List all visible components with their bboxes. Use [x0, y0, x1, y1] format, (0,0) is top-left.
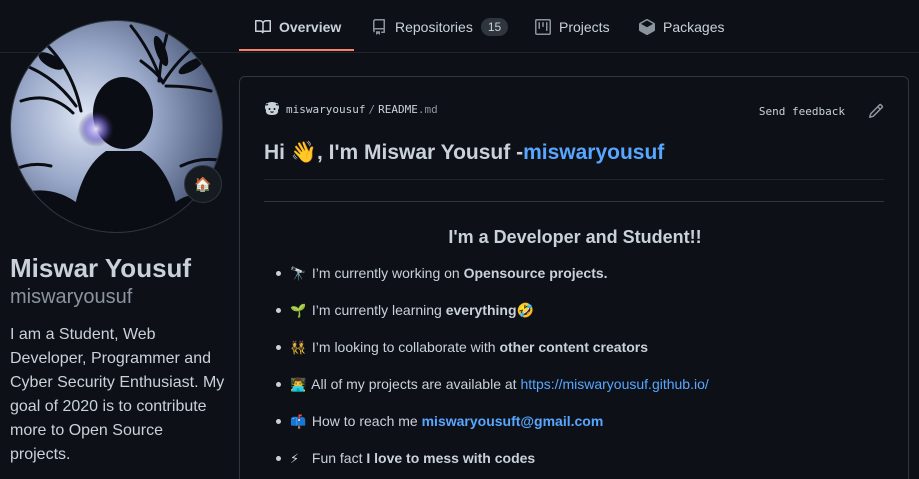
list-item-strong: everything — [445, 302, 517, 318]
projects-site-link[interactable]: https://miswaryousuf.github.io/ — [520, 376, 708, 392]
pencil-icon — [868, 103, 884, 119]
readme-title-link[interactable]: miswaryousuf — [523, 141, 664, 164]
list-item: 📫 How to reach me miswaryousuft@gmail.co… — [264, 411, 884, 448]
active-tab-underline — [239, 49, 354, 51]
tab-label: Projects — [559, 18, 610, 35]
profile-full-name: Miswar Yousuf — [10, 253, 192, 283]
smiley-face-icon — [265, 102, 279, 115]
list-item-text: I’m currently learning — [311, 302, 446, 318]
mailbox-icon: 📫 — [290, 414, 307, 429]
avatar-photo — [11, 21, 222, 232]
book-icon — [255, 19, 271, 33]
email-link[interactable]: miswaryousuft@gmail.com — [422, 413, 604, 429]
repo-icon — [373, 18, 385, 35]
horizontal-rule — [264, 201, 884, 202]
package-icon — [639, 18, 655, 35]
send-feedback-link[interactable]: Send feedback — [759, 105, 845, 118]
telescope-icon: 🔭 — [290, 266, 307, 281]
list-item: 🔭 I’m currently working on Opensource pr… — [264, 263, 884, 300]
tab-label: Overview — [279, 18, 342, 35]
tab-label: Packages — [663, 18, 725, 35]
lightning-icon: ⚡ — [290, 451, 300, 466]
tab-label: Repositories — [395, 18, 473, 35]
house-icon: 🏠 — [194, 175, 212, 192]
dancers-icon: 👯 — [290, 340, 307, 355]
status-badge[interactable]: 🏠 — [184, 165, 222, 203]
readme-subtitle: I'm a Developer and Student!! — [448, 227, 702, 247]
avatar[interactable] — [10, 20, 223, 233]
technologist-icon: 👨‍💻 — [290, 377, 307, 392]
profile-username: miswaryousuf — [10, 286, 133, 308]
list-item-text: I’m currently working on — [311, 265, 464, 281]
seedling-icon: 🌱 — [290, 303, 307, 318]
project-icon — [535, 18, 551, 35]
readme-title-text: Hi 👋, I'm Miswar Yousuf - — [264, 141, 524, 164]
readme-list: 🔭 I’m currently working on Opensource pr… — [264, 263, 884, 479]
readme-box: miswaryousuf / README .md Send feedback H… — [239, 76, 909, 479]
list-item-text: All of my projects are available at — [311, 376, 521, 392]
readme-owner-link[interactable]: miswaryousuf — [286, 103, 365, 116]
list-item: ⚡ Fun fact I love to mess with codes — [264, 448, 884, 479]
list-item-strong: Opensource projects. — [463, 265, 608, 281]
readme-breadcrumb: miswaryousuf / README .md — [264, 101, 438, 117]
list-item-text: How to reach me — [311, 413, 422, 429]
list-item-strong: I love to mess with codes — [366, 450, 536, 466]
profile-bio: I am a Student, Web Developer, Programme… — [10, 326, 225, 463]
tab-repositories[interactable]: Repositories 15 — [371, 0, 509, 53]
list-item: 👯 I’m looking to collaborate with other … — [264, 337, 884, 374]
edit-readme-button[interactable] — [868, 103, 884, 119]
list-item-text: Fun fact — [311, 450, 367, 466]
readme-file-extension: .md — [417, 102, 438, 116]
tab-packages[interactable]: Packages — [639, 0, 724, 53]
readme-title: Hi 👋, I'm Miswar Yousuf -miswaryousuf — [264, 139, 884, 180]
repository-count-badge: 15 — [480, 17, 509, 36]
breadcrumb-separator: / — [368, 102, 376, 116]
tab-projects[interactable]: Projects — [535, 0, 610, 53]
rofl-icon: 🤣 — [516, 302, 534, 318]
tab-overview[interactable]: Overview — [255, 0, 341, 53]
list-item: 👨‍💻 All of my projects are available at … — [264, 374, 884, 411]
list-item: 🌱 I’m currently learning everything🤣 — [264, 300, 884, 337]
list-item-text: I’m looking to collaborate with — [311, 339, 500, 355]
readme-file-name[interactable]: README — [378, 103, 418, 116]
list-item-strong: other content creators — [499, 339, 649, 355]
